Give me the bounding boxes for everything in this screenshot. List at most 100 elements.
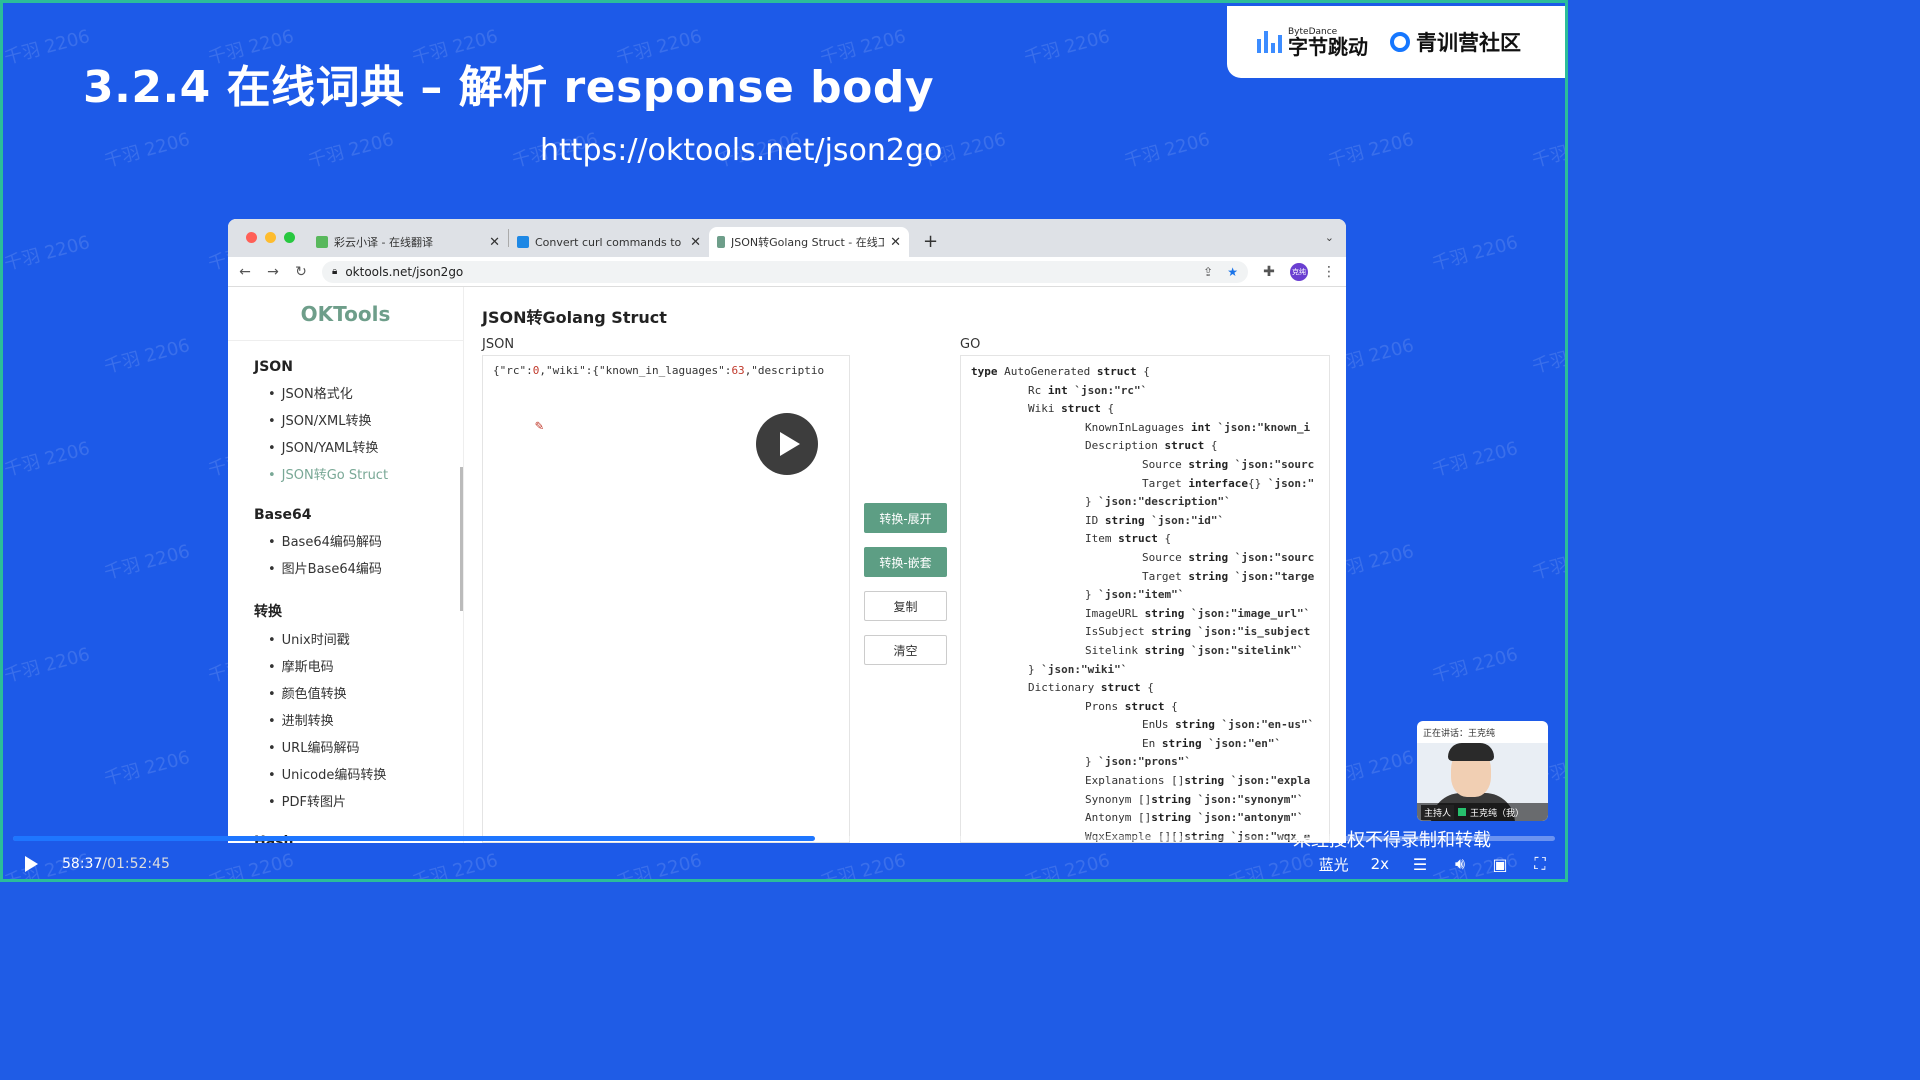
watermark-text: 千羽 2206 [2,437,93,481]
json-input-text: {"rc":0,"wiki":{"known_in_laguages":63,"… [493,364,825,377]
watermark-text: 千羽 2206 [102,540,193,584]
sidebar-item-json-xml[interactable]: JSON/XML转换 [268,408,463,435]
sidebar-item-base64-codec[interactable]: Base64编码解码 [268,529,463,556]
player-controls: 58:37/01:52:45 蓝光 2x ☰ 🔊︎ ▣ ⛶ [3,843,1565,879]
close-tab-icon[interactable]: ✕ [690,235,701,250]
tab-label: 彩云小译 - 在线翻译 [334,236,433,249]
go-code-line: } `json:"prons"` [1085,755,1191,769]
go-code-line: } `json:"description"` [1085,495,1231,509]
watermark-text: 千羽 2206 [1530,129,1568,172]
go-code-line: Source string `json:"sourc [1142,457,1315,471]
convert-nested-button[interactable]: 转换-嵌套 [864,547,947,577]
tab-json2go[interactable]: JSON转Golang Struct - 在线工 ✕ [709,227,909,257]
reload-icon[interactable]: ↻ [294,264,308,280]
watermark-text: 千羽 2206 [1122,128,1213,172]
site-logo[interactable]: OKTools [228,287,463,341]
share-icon[interactable]: ⇪ [1203,265,1213,279]
go-code-line: Target string `json:"targe [1142,569,1315,583]
bookmark-star-icon[interactable]: ★ [1227,265,1238,279]
go-code-line: Antonym []string `json:"antonym"` [1085,811,1304,825]
go-output[interactable]: type AutoGenerated struct {Rc int `json:… [960,355,1330,843]
extensions-puzzle-icon[interactable]: ✚ [1262,264,1276,280]
go-code-line: Synonym []string `json:"synonym"` [1085,792,1304,806]
watermark-text: 千羽 2206 [1430,643,1521,687]
watermark-text: 千羽 2206 [2,643,93,687]
speaker-webcam: 正在讲话：王克纯 主持人 王克纯（我） [1417,721,1548,821]
sidebar-scrollbar[interactable] [460,467,463,611]
sidebar-group-title: Base64 [254,507,312,523]
browser-window: 彩云小译 - 在线翻译 ✕ Convert curl commands to c… [228,219,1346,843]
quality-selector[interactable]: 蓝光 [1319,854,1349,875]
play-icon[interactable] [25,856,38,872]
sidebar-item-image-base64[interactable]: 图片Base64编码 [268,556,463,583]
sidebar-item-unix-timestamp[interactable]: Unix时间戳 [268,627,463,654]
watermark-text: 千羽 2206 [1430,437,1521,481]
sidebar-item-unicode-codec[interactable]: Unicode编码转换 [268,762,463,789]
new-tab-icon[interactable]: + [923,231,938,252]
brand-banner: ByteDance 字节跳动 青训营社区 [1227,6,1565,78]
tab-search-chevron-icon[interactable]: ⌄ [1325,231,1334,244]
go-code-line: Prons struct { [1085,699,1178,713]
picture-in-picture-icon[interactable]: ▣ [1491,855,1509,874]
community-logo-icon [1390,32,1410,52]
host-badge: 主持人 [1421,804,1455,820]
bytedance-big-text: 字节跳动 [1288,34,1368,59]
go-code-line: Dictionary struct { [1028,681,1154,695]
watermark-text: 千羽 2206 [102,746,193,790]
watermark-text: 千羽 2206 [102,128,193,172]
go-code-line: type AutoGenerated struct { [971,365,1150,378]
mic-status-icon [1458,808,1467,816]
tool-content: JSON转Golang Struct JSON GO {"rc":0,"wiki… [464,287,1346,843]
close-window-icon[interactable] [246,232,257,243]
sidebar-item-json-format[interactable]: JSON格式化 [268,381,463,408]
address-toolbar: ← → ↻ 🔒︎ oktools.net/json2go ⇪ ★ ✚ 克纯 ⋮ [228,257,1346,287]
go-code-line: En string `json:"en"` [1142,736,1282,750]
clear-button[interactable]: 清空 [864,635,947,665]
sidebar-item-json-go-struct[interactable]: JSON转Go Struct [268,462,463,489]
convert-expand-button[interactable]: 转换-展开 [864,503,947,533]
slide-title: 3.2.4 在线词典 – 解析 response body [83,62,935,113]
speed-selector[interactable]: 2x [1371,855,1389,873]
speaker-nameplate: 主持人 王克纯（我） [1417,803,1548,821]
browser-menu-icon[interactable]: ⋮ [1322,264,1336,280]
tools-sidebar: OKTools JSON JSON格式化 JSON/XML转换 JSON/YAM… [228,287,464,843]
lock-icon: 🔒︎ [332,266,338,277]
tab-strip: 彩云小译 - 在线翻译 ✕ Convert curl commands to c… [228,219,1346,257]
sidebar-group-convert: 转换 Unix时间戳 摩斯电码 颜色值转换 进制转换 URL编码解码 Unico… [228,601,463,816]
tab-curl-converter[interactable]: Convert curl commands to cod ✕ [509,227,709,257]
go-code-line: Sitelink string `json:"sitelink"` [1085,643,1304,657]
sidebar-item-json-yaml[interactable]: JSON/YAML转换 [268,435,463,462]
address-bar[interactable]: 🔒︎ oktools.net/json2go ⇪ ★ [322,260,1248,283]
sidebar-item-morse-code[interactable]: 摩斯电码 [268,654,463,681]
profile-avatar[interactable]: 克纯 [1290,262,1308,281]
sidebar-item-url-codec[interactable]: URL编码解码 [268,735,463,762]
sidebar-group-title: JSON [254,359,293,375]
copy-button[interactable]: 复制 [864,591,947,621]
back-arrow-icon[interactable]: ← [238,264,252,280]
go-code-line: ImageURL string `json:"image_url"` [1085,606,1311,620]
subtitles-icon[interactable]: ☰ [1411,855,1429,874]
close-tab-icon[interactable]: ✕ [890,235,901,250]
oktools-favicon-icon [717,236,725,248]
go-code-line: Item struct { [1085,532,1172,546]
fullscreen-icon[interactable]: ⛶ [1531,854,1549,873]
sidebar-item-pdf-to-image[interactable]: PDF转图片 [268,789,463,816]
minimize-window-icon[interactable] [265,232,276,243]
close-tab-icon[interactable]: ✕ [489,235,500,250]
watermark-text: 千羽 2206 [1530,335,1568,378]
sidebar-item-color-convert[interactable]: 颜色值转换 [268,681,463,708]
time-display: 58:37/01:52:45 [62,856,170,872]
annotation-pen-icon: ✎ [535,418,544,434]
forward-arrow-icon[interactable]: → [266,264,280,280]
play-overlay-button[interactable] [756,413,818,475]
progress-bar[interactable] [13,836,1555,841]
volume-icon[interactable]: 🔊︎ [1451,854,1469,873]
go-code-line: ID string `json:"id"` [1085,513,1225,527]
watermark-text: 千羽 2206 [1326,128,1417,172]
go-code-line: KnownInLaguages int `json:"known_i [1085,420,1311,434]
sidebar-item-radix-convert[interactable]: 进制转换 [268,708,463,735]
tab-caiyun[interactable]: 彩云小译 - 在线翻译 ✕ [308,227,508,257]
watermark-text: 千羽 2206 [306,128,397,172]
maximize-window-icon[interactable] [284,232,295,243]
sidebar-group-json: JSON JSON格式化 JSON/XML转换 JSON/YAML转换 JSON… [228,359,463,489]
